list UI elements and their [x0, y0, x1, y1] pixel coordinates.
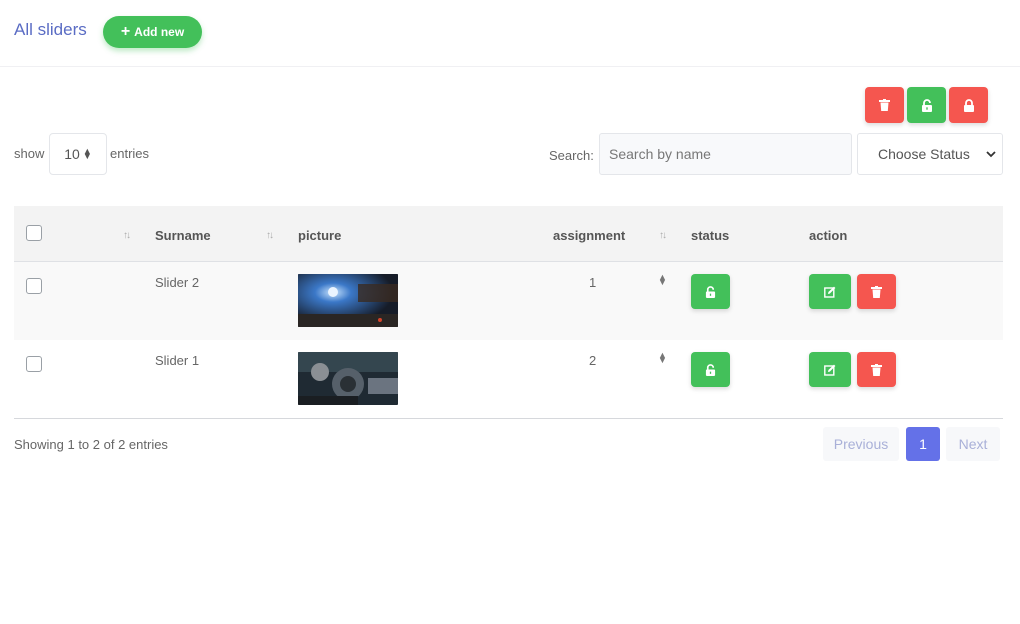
pagination-page-current[interactable]: 1 — [906, 427, 940, 461]
slider-thumbnail — [298, 274, 398, 327]
table-info: Showing 1 to 2 of 2 entries — [14, 437, 168, 452]
entries-label: entries — [110, 146, 150, 161]
page-title: All sliders — [14, 20, 87, 39]
search-input[interactable] — [599, 133, 852, 175]
row-assignment: 2 — [589, 353, 597, 368]
sort-icon[interactable]: ↑↓ — [123, 230, 131, 241]
edit-icon — [824, 286, 836, 298]
trash-icon — [871, 363, 882, 376]
status-unlock-button[interactable] — [691, 274, 730, 309]
plus-icon: + — [120, 23, 131, 40]
trash-icon — [871, 285, 882, 298]
edit-button[interactable] — [809, 274, 851, 309]
column-header-status: status — [691, 228, 730, 243]
reorder-arrows-icon[interactable]: ▲ ▼ — [658, 273, 667, 287]
column-header-assignment[interactable]: assignment — [553, 228, 625, 243]
table-header: ↑↓ Surname ↑↓ picture assignment ↑↓ stat… — [14, 206, 1003, 262]
select-all-checkbox[interactable] — [26, 225, 42, 241]
column-header-picture: picture — [298, 228, 342, 243]
unlock-icon — [921, 98, 932, 112]
status-filter-value: Choose Status — [878, 146, 970, 162]
row-surname: Slider 2 — [155, 275, 200, 290]
chevron-down-icon — [986, 151, 996, 158]
search-label: Search: — [549, 148, 594, 163]
show-label: show — [14, 146, 45, 161]
entries-value: 10 — [64, 146, 80, 162]
pagination-previous[interactable]: Previous — [823, 427, 899, 461]
row-surname: Slider 1 — [155, 353, 200, 368]
sort-icon[interactable]: ↑↓ — [659, 230, 667, 241]
pagination-next[interactable]: Next — [946, 427, 1000, 461]
delete-button[interactable] — [857, 352, 896, 387]
row-checkbox[interactable] — [26, 278, 42, 294]
row-checkbox[interactable] — [26, 356, 42, 372]
row-assignment: 1 — [589, 275, 597, 290]
edit-button[interactable] — [809, 352, 851, 387]
unlock-icon — [705, 285, 716, 298]
reorder-arrows-icon[interactable]: ▲ ▼ — [658, 351, 667, 365]
column-header-action: action — [809, 228, 848, 243]
table-row: Slider 2 1 ▲ ▼ — [14, 262, 1003, 340]
edit-icon — [824, 364, 836, 376]
add-new-label: Add new — [134, 25, 185, 39]
sort-icon[interactable]: ↑↓ — [266, 230, 274, 241]
sort-updown-icon: ▲ ▼ — [82, 146, 92, 161]
trash-icon — [879, 99, 890, 111]
bulk-delete-button[interactable] — [865, 87, 904, 123]
status-unlock-button[interactable] — [691, 352, 730, 387]
add-new-button[interactable]: + Add new — [103, 16, 202, 48]
status-filter-select[interactable]: Choose Status — [857, 133, 1003, 175]
table-row: Slider 1 2 ▲ ▼ — [14, 340, 1003, 418]
slider-thumbnail — [298, 352, 398, 405]
bulk-lock-button[interactable] — [949, 87, 988, 123]
bulk-unlock-button[interactable] — [907, 87, 946, 123]
unlock-icon — [705, 363, 716, 376]
lock-icon — [963, 98, 974, 112]
page-header: All sliders + Add new — [0, 0, 1020, 67]
entries-per-page-select[interactable]: 10 ▲ ▼ — [49, 133, 107, 175]
delete-button[interactable] — [857, 274, 896, 309]
column-header-surname[interactable]: Surname — [155, 228, 211, 243]
table-bottom-border — [14, 418, 1003, 419]
